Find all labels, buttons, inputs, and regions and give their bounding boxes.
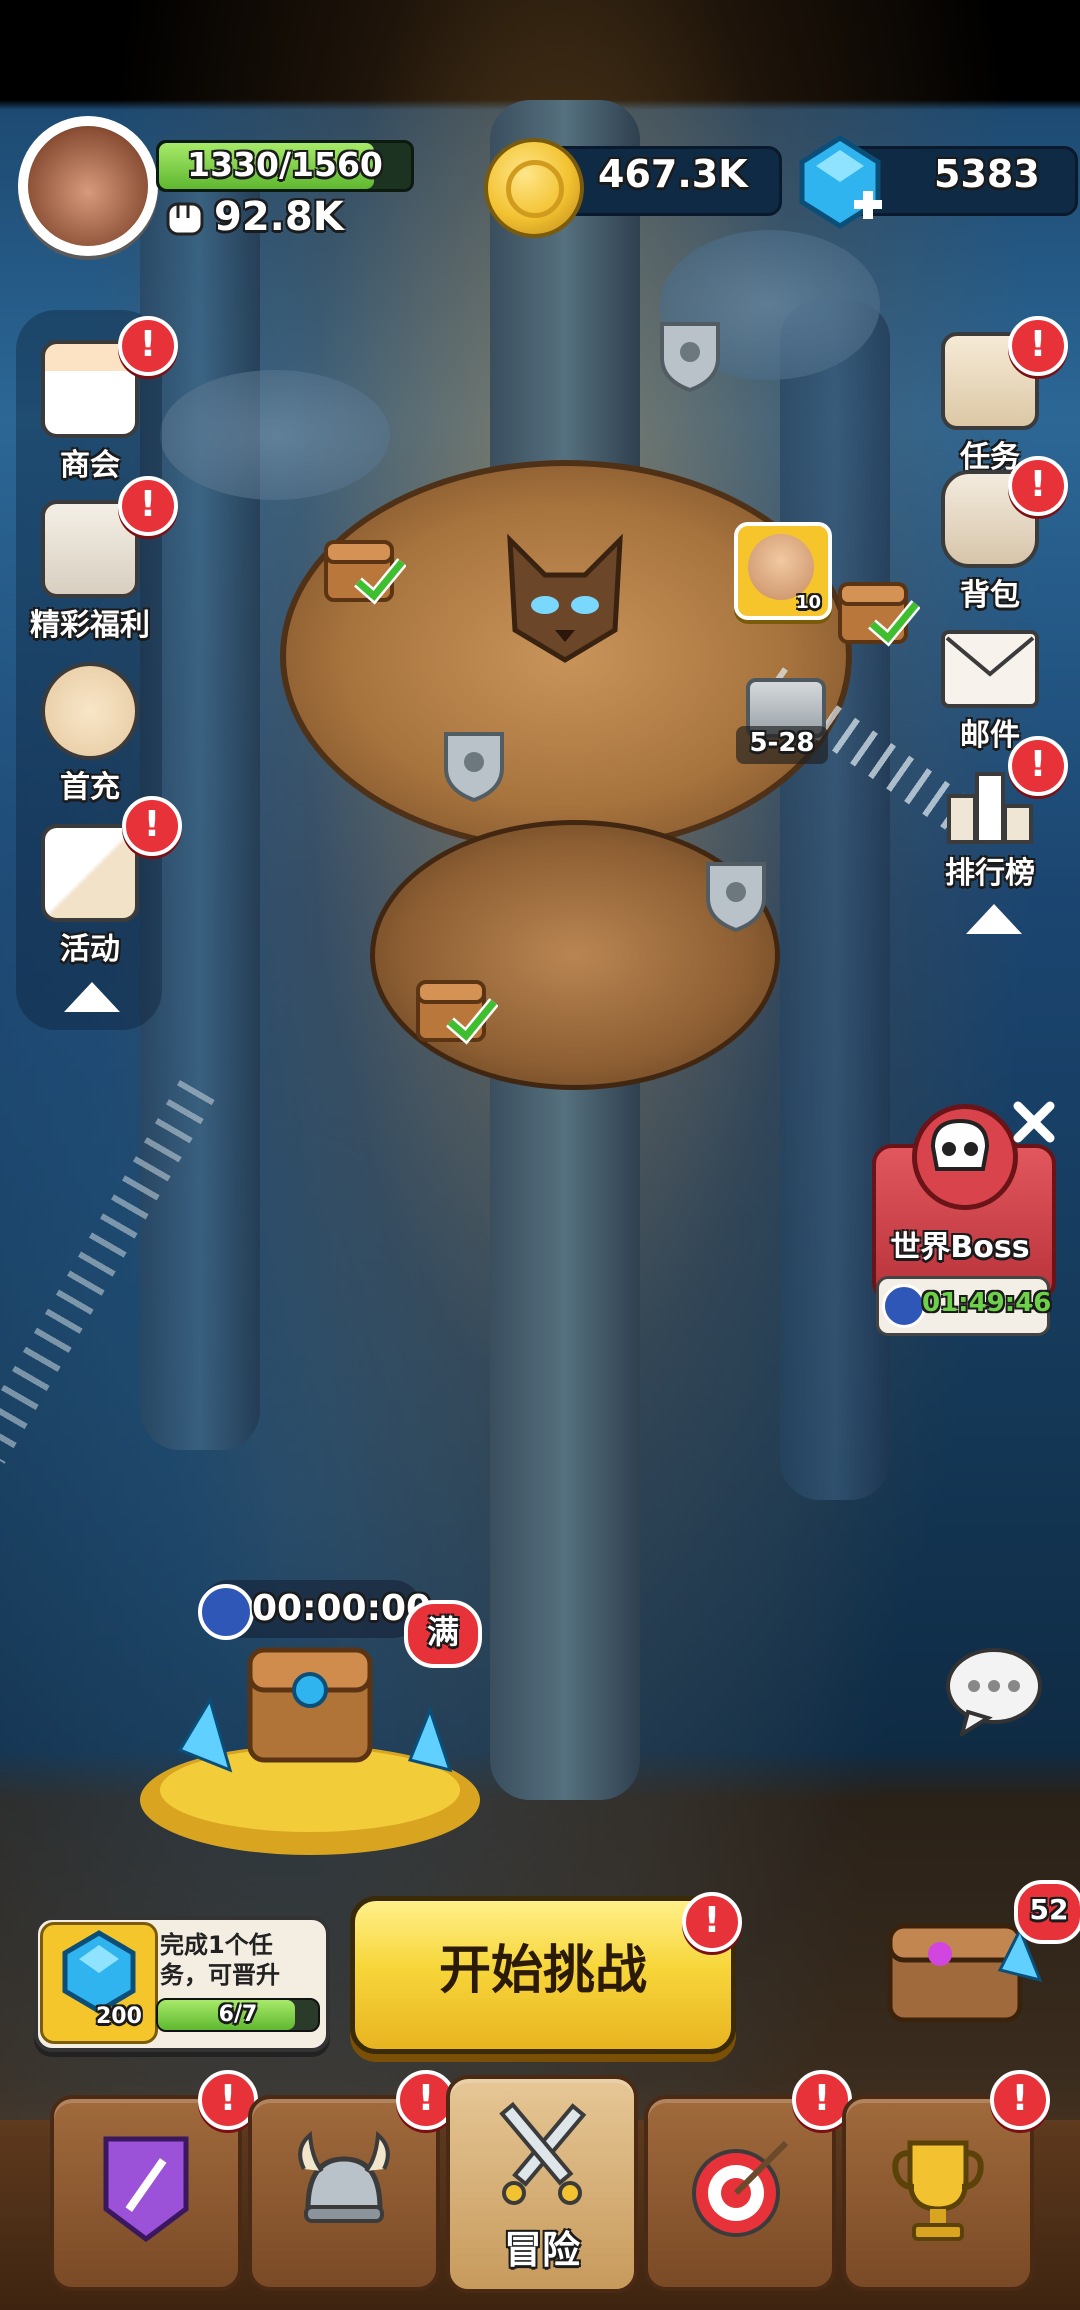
- welfare-label: 精彩福利: [30, 608, 150, 643]
- cat-totem-icon: [490, 520, 640, 670]
- caveman-avatar-icon: [28, 126, 148, 246]
- tab-adventure-label: 冒险: [503, 2228, 580, 2272]
- mail-icon: [941, 630, 1039, 708]
- stage-label: 5-28: [749, 728, 815, 758]
- stage-chest[interactable]: 5-28: [736, 676, 832, 766]
- gold-coin-icon: [484, 138, 584, 238]
- start-alert-icon: !: [682, 1892, 742, 1952]
- world-boss-title: 世界Boss: [890, 1230, 1030, 1265]
- wooden-platform-left: [160, 370, 390, 500]
- close-world-boss-icon[interactable]: [1010, 1098, 1058, 1146]
- backpack-alert-icon: !: [1008, 456, 1068, 516]
- quests-alert-icon: !: [1008, 316, 1068, 376]
- game-screen: 10 5-28 1330/1560 92.8K 467.3K 5383 商会 !…: [0, 0, 1080, 2310]
- first-recharge-button[interactable]: 首充: [20, 662, 160, 806]
- start-challenge-button[interactable]: 开始挑战: [350, 1896, 736, 2054]
- skull-icon: [912, 1104, 1018, 1210]
- shop-alert-icon: !: [118, 316, 178, 376]
- blue-gem-icon[interactable]: [792, 134, 888, 230]
- backpack-label: 背包: [960, 578, 1020, 613]
- gold-value: 467.3K: [598, 152, 748, 196]
- collapse-left-menu-button[interactable]: [64, 982, 120, 1012]
- collapse-right-menu-button[interactable]: [966, 904, 1022, 934]
- player-avatar[interactable]: [18, 116, 158, 256]
- mail-button[interactable]: 邮件: [920, 620, 1060, 754]
- quest-promo-text: 完成1个任务，可晋升: [160, 1931, 280, 1989]
- welfare-alert-icon: !: [118, 476, 178, 536]
- tab-trophy-alert-icon: !: [990, 2070, 1050, 2130]
- idle-treasure-chest-icon[interactable]: [120, 1630, 500, 1860]
- first-recharge-icon: [41, 662, 139, 760]
- hp-bar: 1330/1560: [156, 140, 414, 192]
- claimed-chest-icon[interactable]: [414, 968, 499, 1048]
- clock-icon: [882, 1284, 926, 1328]
- gem-value: 5383: [934, 152, 1040, 196]
- world-boss-timer: 01:49:46: [922, 1288, 1052, 1318]
- fist-icon: [164, 196, 208, 242]
- quest-progress-text: 6/7: [218, 2002, 258, 2027]
- power-value: 92.8K: [214, 194, 344, 240]
- crossed-swords-icon: [492, 2097, 592, 2217]
- viking-helmet-icon: [294, 2129, 394, 2249]
- target-dart-icon: [690, 2129, 790, 2249]
- claimed-chest-icon[interactable]: [322, 528, 407, 608]
- locked-stage-shield-icon[interactable]: [442, 730, 506, 803]
- loot-count: 52: [1029, 1893, 1069, 1926]
- trophy-icon: [888, 2129, 988, 2249]
- hp-text: 1330/1560: [187, 145, 383, 184]
- sword-banner-icon: [96, 2129, 196, 2249]
- leaderboard-alert-icon: !: [1008, 736, 1068, 796]
- events-label: 活动: [60, 932, 120, 967]
- caveman-face-icon: [748, 534, 814, 600]
- loot-count-badge: 52: [1014, 1880, 1080, 1944]
- current-stage-marker[interactable]: 10: [734, 522, 832, 622]
- current-level-suffix: 10: [796, 592, 822, 613]
- locked-stage-shield-icon[interactable]: [658, 320, 722, 393]
- leaderboard-label: 排行榜: [945, 856, 1035, 891]
- locked-stage-shield-icon[interactable]: [704, 860, 768, 933]
- tab-adventure[interactable]: 冒险: [446, 2075, 638, 2293]
- chat-button[interactable]: [944, 1646, 1044, 1739]
- quest-progress-bar: 6/7: [156, 1998, 320, 2032]
- claimed-chest-icon[interactable]: [836, 570, 921, 650]
- gem-reward-amount: 200: [96, 2004, 142, 2029]
- start-challenge-label: 开始挑战: [438, 1941, 647, 2001]
- events-alert-icon: !: [122, 796, 182, 856]
